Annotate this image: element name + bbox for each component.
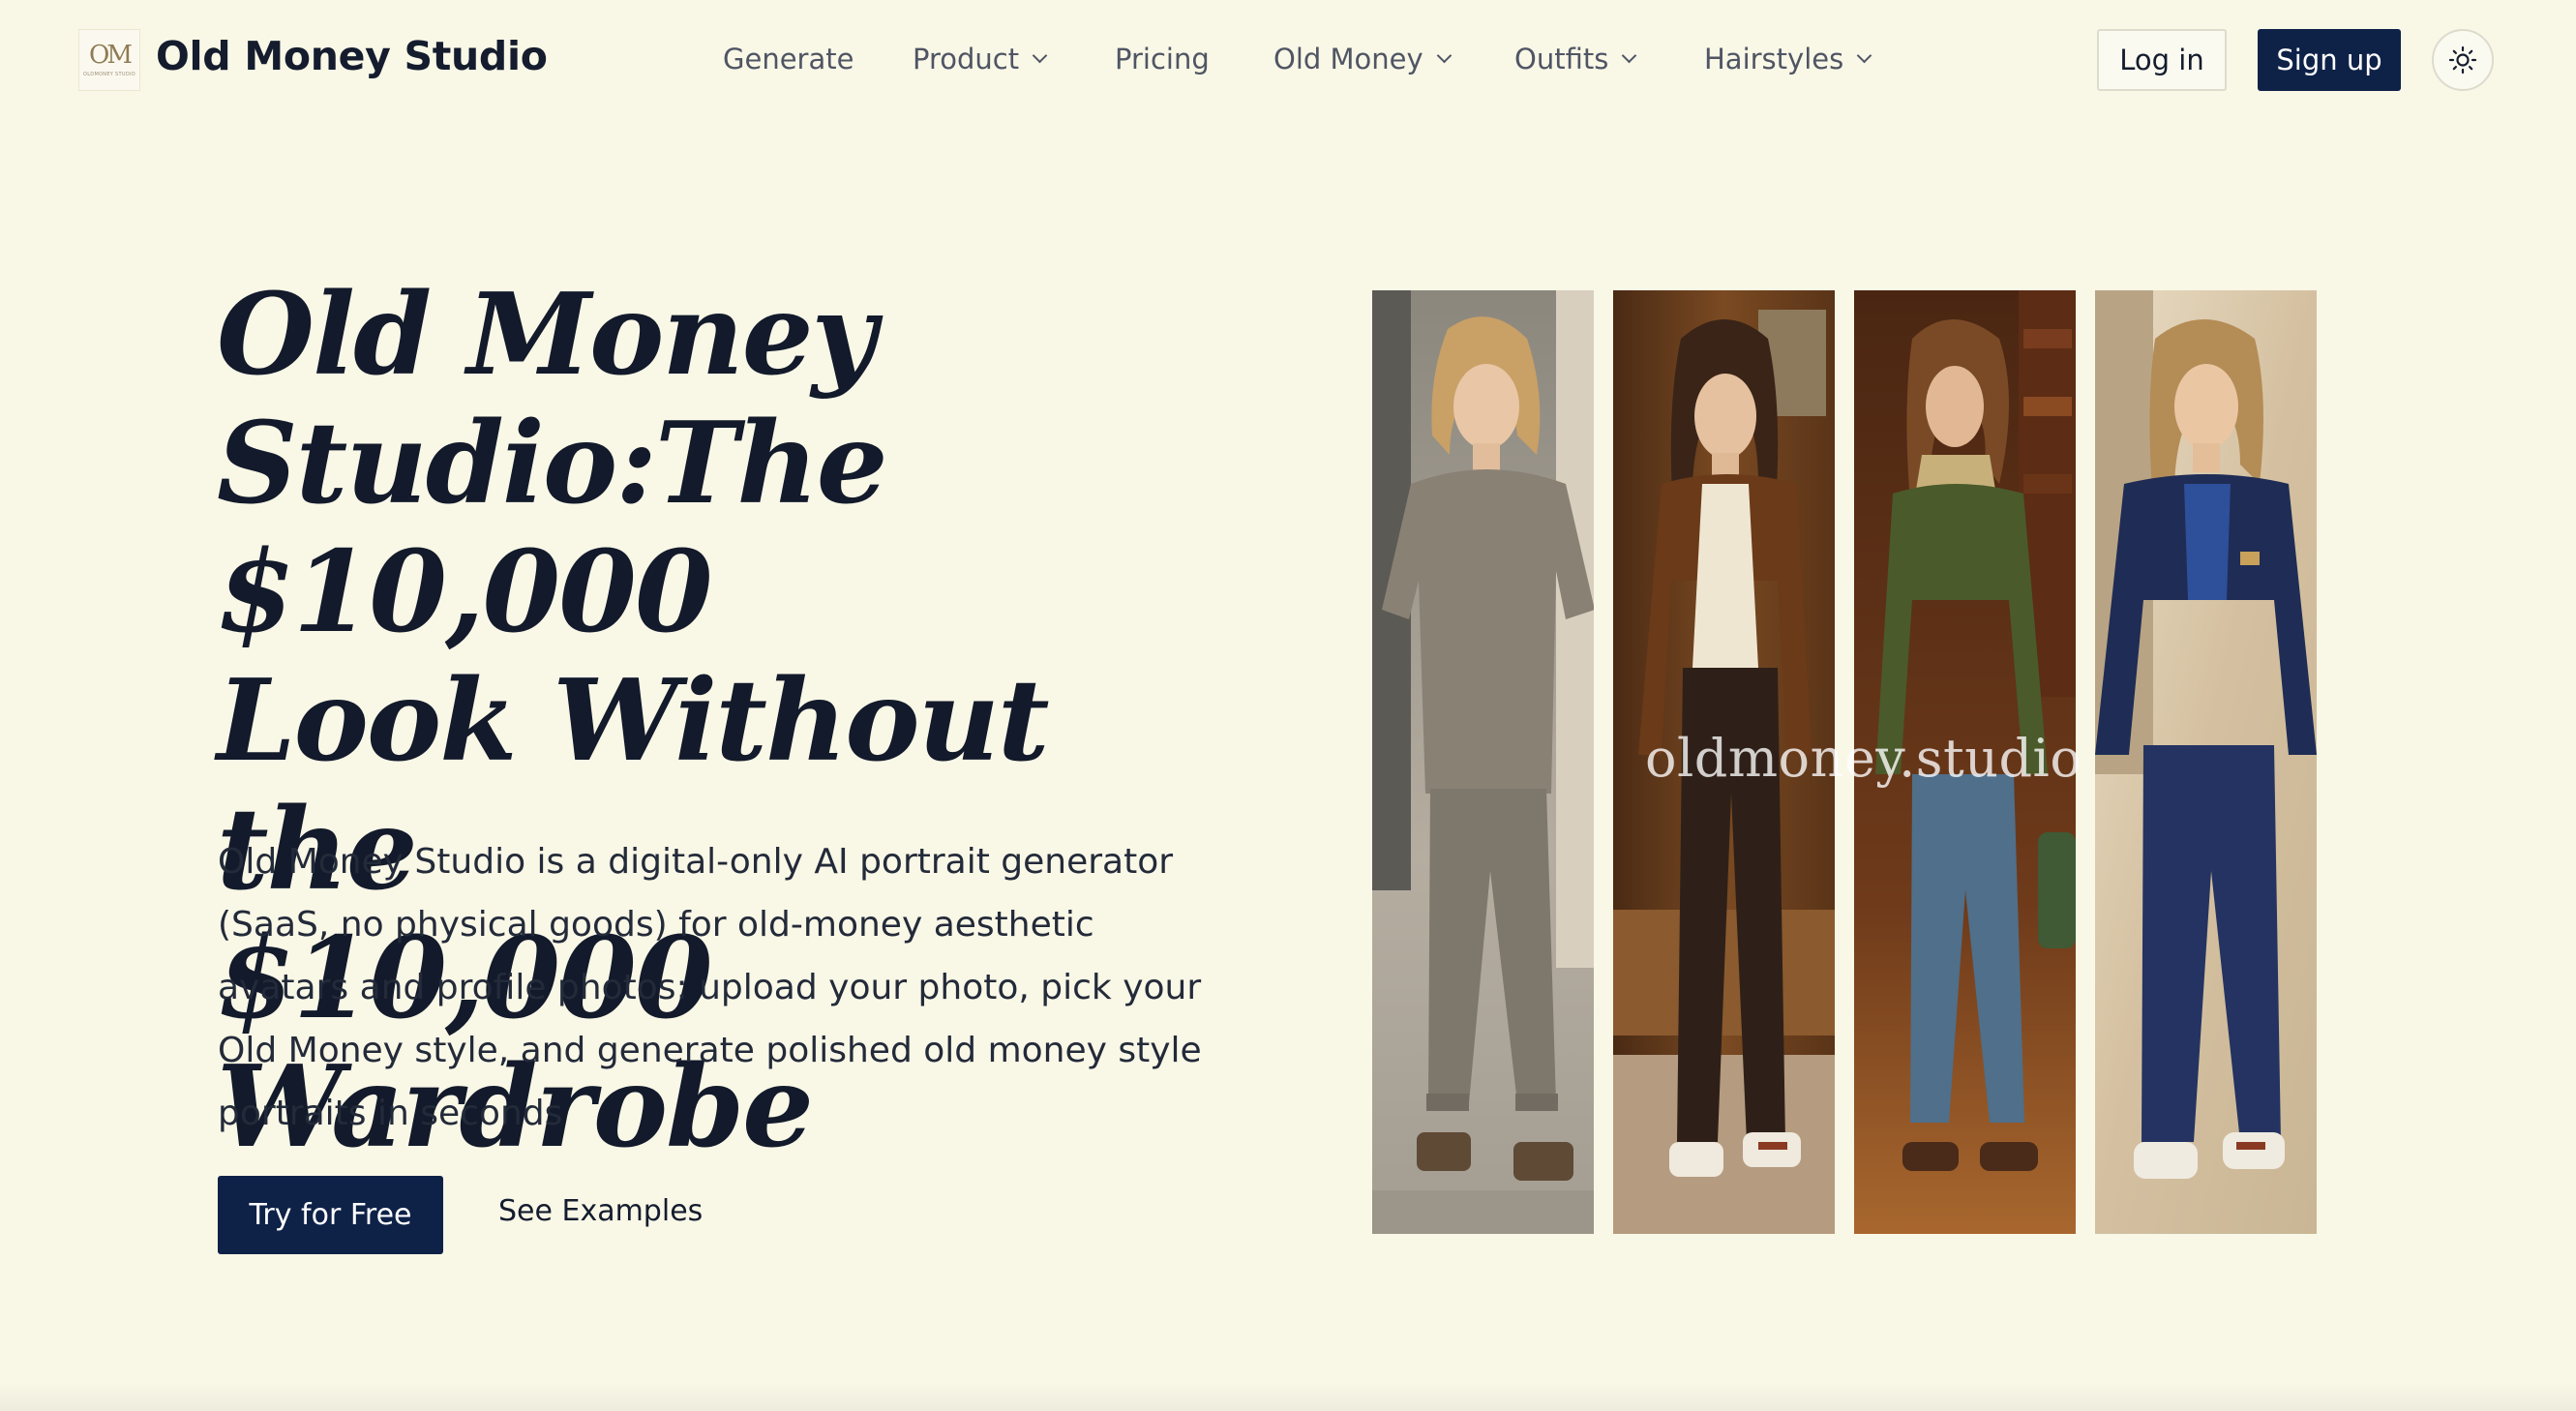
nav-outfits[interactable]: Outfits [1514, 43, 1637, 75]
try-for-free-button[interactable]: Try for Free [218, 1176, 443, 1254]
logo-subtext: OLDMONEY STUDIO [82, 72, 135, 77]
see-examples-link[interactable]: See Examples [498, 1194, 703, 1228]
nav-old-money[interactable]: Old Money [1273, 43, 1452, 75]
login-button[interactable]: Log in [2097, 29, 2227, 91]
nav-pricing-label: Pricing [1115, 43, 1210, 75]
brand-logo[interactable]: OM OLDMONEY STUDIO [78, 29, 140, 91]
nav-product[interactable]: Product [913, 43, 1048, 75]
page: OM OLDMONEY STUDIO Old Money Studio Gene… [0, 0, 2576, 1411]
navy-suit-outfit-photo [2095, 290, 2317, 1234]
hero-title-line: Old Money [217, 269, 877, 401]
chevron-down-icon [1856, 47, 1872, 63]
chevron-down-icon [1032, 47, 1048, 63]
woman-portrait-icon [1372, 290, 1594, 1234]
nav-generate[interactable]: Generate [723, 43, 854, 75]
section-divider [0, 1382, 2576, 1411]
sun-icon [2448, 45, 2477, 75]
nav-pricing[interactable]: Pricing [1115, 43, 1210, 75]
nav-outfits-label: Outfits [1514, 43, 1609, 75]
woman-portrait-icon [2095, 290, 2317, 1234]
chevron-down-icon [1436, 47, 1452, 63]
logo-monogram: OM [89, 41, 133, 70]
nav-hairstyles-label: Hairstyles [1704, 43, 1844, 75]
casual-grey-outfit-photo [1372, 290, 1594, 1234]
chevron-down-icon [1622, 47, 1637, 63]
theme-toggle-button[interactable] [2432, 29, 2494, 91]
watermark-text: oldmoney.studio [1645, 728, 2082, 789]
nav-generate-label: Generate [723, 43, 854, 75]
brand-name[interactable]: Old Money Studio [156, 33, 548, 79]
nav-product-label: Product [913, 43, 1020, 75]
site-header: OM OLDMONEY STUDIO Old Money Studio Gene… [0, 0, 2576, 120]
nav-old-money-label: Old Money [1273, 43, 1423, 75]
nav-hairstyles[interactable]: Hairstyles [1704, 43, 1872, 75]
hero-description: Old Money Studio is a digital-only AI po… [218, 842, 1202, 1133]
signup-button[interactable]: Sign up [2258, 29, 2401, 91]
hero-title-line: Studio:The $10,000 [217, 398, 888, 658]
